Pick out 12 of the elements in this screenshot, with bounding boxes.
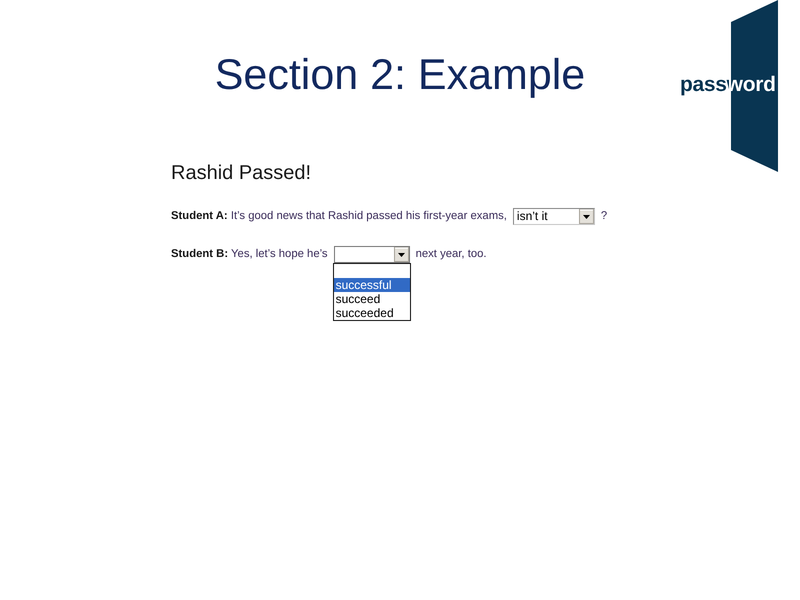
caret-down-icon[interactable] — [394, 246, 409, 262]
exercise-title: Rashid Passed! — [171, 161, 312, 185]
caret-down-icon[interactable] — [578, 208, 594, 224]
slide-title: Section 2: Example — [214, 50, 586, 100]
dropdown-field[interactable] — [334, 246, 410, 262]
dialogue-text: ? — [600, 210, 608, 222]
dropdown-option[interactable]: successful — [334, 278, 410, 292]
dropdown-option[interactable]: succeed — [334, 292, 410, 306]
dialogue-text: next year, too. — [416, 248, 487, 260]
dialogue-text: Student A: It’s good news that Rashid passed his first-year exams, — [171, 210, 507, 222]
dialogue-text: Student B: Yes, let’s hope he’s — [171, 248, 328, 260]
dropdown-field[interactable]: isn’t it — [512, 208, 595, 224]
